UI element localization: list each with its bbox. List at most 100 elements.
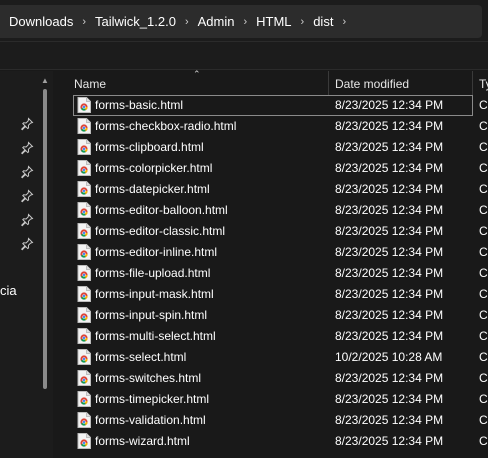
file-date-modified: 8/23/2025 12:34 PM xyxy=(335,203,444,217)
file-row[interactable]: forms-select.html 10/2/2025 10:28 AM C xyxy=(73,347,488,368)
file-name: forms-switches.html xyxy=(95,371,202,385)
chrome-html-file-icon xyxy=(77,202,91,218)
file-list-view: ⌃ Name Date modified Ty forms-basic.html… xyxy=(53,69,488,458)
chrome-html-file-icon xyxy=(77,349,91,365)
file-row[interactable]: forms-input-mask.html 8/23/2025 12:34 PM C xyxy=(73,284,488,305)
chrome-html-file-icon xyxy=(77,433,91,449)
file-date-modified: 8/23/2025 12:34 PM xyxy=(335,119,444,133)
chrome-html-file-icon xyxy=(77,307,91,323)
file-name: forms-editor-inline.html xyxy=(95,245,218,259)
file-row[interactable]: forms-multi-select.html 8/23/2025 12:34 P… xyxy=(73,326,488,347)
breadcrumb-item[interactable]: Admin xyxy=(192,14,241,29)
chrome-html-file-icon xyxy=(77,391,91,407)
file-name: forms-clipboard.html xyxy=(95,140,204,154)
file-type: C xyxy=(479,224,488,238)
pin-icon xyxy=(20,141,34,155)
file-name: forms-basic.html xyxy=(95,98,184,112)
nav-scrollbar-thumb[interactable] xyxy=(43,89,47,389)
file-date-modified: 8/23/2025 12:34 PM xyxy=(335,287,444,301)
nav-scrollbar[interactable] xyxy=(43,89,47,457)
file-type: C xyxy=(479,287,488,301)
file-type: C xyxy=(479,329,488,343)
chrome-html-file-icon xyxy=(77,370,91,386)
file-name: forms-editor-classic.html xyxy=(95,224,226,238)
file-date-modified: 8/23/2025 12:34 PM xyxy=(335,182,444,196)
file-date-modified: 8/23/2025 12:34 PM xyxy=(335,371,444,385)
chrome-html-file-icon xyxy=(77,139,91,155)
file-date-modified: 8/23/2025 12:34 PM xyxy=(335,161,444,175)
file-date-modified: 8/23/2025 12:34 PM xyxy=(335,434,444,448)
file-type: C xyxy=(479,392,488,406)
chevron-right-icon[interactable]: › xyxy=(182,16,192,28)
file-type: C xyxy=(479,371,488,385)
file-row[interactable]: forms-wizard.html 8/23/2025 12:34 PM C xyxy=(73,431,488,452)
chrome-html-file-icon xyxy=(77,160,91,176)
column-header-date-modified[interactable]: Date modified xyxy=(335,77,409,91)
file-type: C xyxy=(479,182,488,196)
file-row[interactable]: forms-colorpicker.html 8/23/2025 12:34 PM… xyxy=(73,158,488,179)
file-date-modified: 8/23/2025 12:34 PM xyxy=(335,308,444,322)
column-divider[interactable] xyxy=(328,71,329,95)
file-row[interactable]: forms-editor-balloon.html 8/23/2025 12:34… xyxy=(73,200,488,221)
sort-ascending-icon: ⌃ xyxy=(193,69,201,79)
file-row[interactable]: forms-input-spin.html 8/23/2025 12:34 PM C xyxy=(73,305,488,326)
file-row[interactable]: forms-basic.html 8/23/2025 12:34 PM C xyxy=(73,95,488,116)
chrome-html-file-icon xyxy=(77,244,91,260)
chrome-html-file-icon xyxy=(77,412,91,428)
pin-icon xyxy=(20,237,34,251)
chrome-html-file-icon xyxy=(77,181,91,197)
breadcrumb-item[interactable]: HTML xyxy=(250,14,297,29)
pin-icon xyxy=(20,213,34,227)
file-date-modified: 8/23/2025 12:34 PM xyxy=(335,224,444,238)
file-name: forms-validation.html xyxy=(95,413,206,427)
file-row[interactable]: forms-editor-inline.html 8/23/2025 12:34 … xyxy=(73,242,488,263)
file-type: C xyxy=(479,308,488,322)
breadcrumb-item[interactable]: Tailwick_1.2.0 xyxy=(89,14,182,29)
chevron-right-icon[interactable]: › xyxy=(240,16,250,28)
file-row[interactable]: forms-file-upload.html 8/23/2025 12:34 PM… xyxy=(73,263,488,284)
file-row[interactable]: forms-editor-classic.html 8/23/2025 12:34… xyxy=(73,221,488,242)
chrome-html-file-icon xyxy=(77,118,91,134)
chrome-html-file-icon xyxy=(77,223,91,239)
file-type: C xyxy=(479,161,488,175)
file-date-modified: 8/23/2025 12:34 PM xyxy=(335,392,444,406)
file-name: forms-file-upload.html xyxy=(95,266,211,280)
nav-scroll-up-arrow-icon[interactable]: ▲ xyxy=(39,76,51,86)
chevron-right-icon[interactable]: › xyxy=(298,16,308,28)
file-name: forms-timepicker.html xyxy=(95,392,210,406)
breadcrumb-item[interactable]: dist xyxy=(307,14,339,29)
file-name: forms-input-spin.html xyxy=(95,308,208,322)
file-row[interactable]: forms-validation.html 8/23/2025 12:34 PM C xyxy=(73,410,488,431)
column-header-name[interactable]: Name xyxy=(74,77,106,91)
toolbar xyxy=(0,42,488,70)
file-row[interactable]: forms-switches.html 8/23/2025 12:34 PM C xyxy=(73,368,488,389)
file-type: C xyxy=(479,98,488,112)
address-bar: Downloads › Tailwick_1.2.0 › Admin › HTML › dist… xyxy=(0,0,488,42)
chrome-html-file-icon xyxy=(77,328,91,344)
column-divider[interactable] xyxy=(472,71,473,95)
file-name: forms-multi-select.html xyxy=(95,329,216,343)
chrome-html-file-icon xyxy=(77,97,91,113)
file-row[interactable]: forms-clipboard.html 8/23/2025 12:34 PM C xyxy=(73,137,488,158)
chrome-html-file-icon xyxy=(77,286,91,302)
file-date-modified: 8/23/2025 12:34 PM xyxy=(335,245,444,259)
file-date-modified: 8/23/2025 12:34 PM xyxy=(335,413,444,427)
file-row[interactable]: forms-timepicker.html 8/23/2025 12:34 PM C xyxy=(73,389,488,410)
breadcrumb[interactable]: Downloads › Tailwick_1.2.0 › Admin › HTML › dist… xyxy=(0,5,482,38)
pin-icon xyxy=(20,189,34,203)
breadcrumb-item[interactable]: Downloads xyxy=(3,14,79,29)
file-row[interactable]: forms-checkbox-radio.html 8/23/2025 12:34… xyxy=(73,116,488,137)
file-type: C xyxy=(479,413,488,427)
file-name: forms-wizard.html xyxy=(95,434,190,448)
file-date-modified: 8/23/2025 12:34 PM xyxy=(335,329,444,343)
file-name: forms-datepicker.html xyxy=(95,182,210,196)
file-name: forms-editor-balloon.html xyxy=(95,203,228,217)
file-type: C xyxy=(479,140,488,154)
column-header-row: ⌃ Name Date modified Ty xyxy=(53,69,488,95)
chevron-right-icon[interactable]: › xyxy=(79,16,89,28)
file-row[interactable]: forms-datepicker.html 8/23/2025 12:34 PM C xyxy=(73,179,488,200)
nav-item-label[interactable]: cia xyxy=(0,283,17,298)
file-type: C xyxy=(479,350,488,364)
column-header-type[interactable]: Ty xyxy=(479,77,488,91)
chevron-right-icon[interactable]: › xyxy=(339,16,349,28)
